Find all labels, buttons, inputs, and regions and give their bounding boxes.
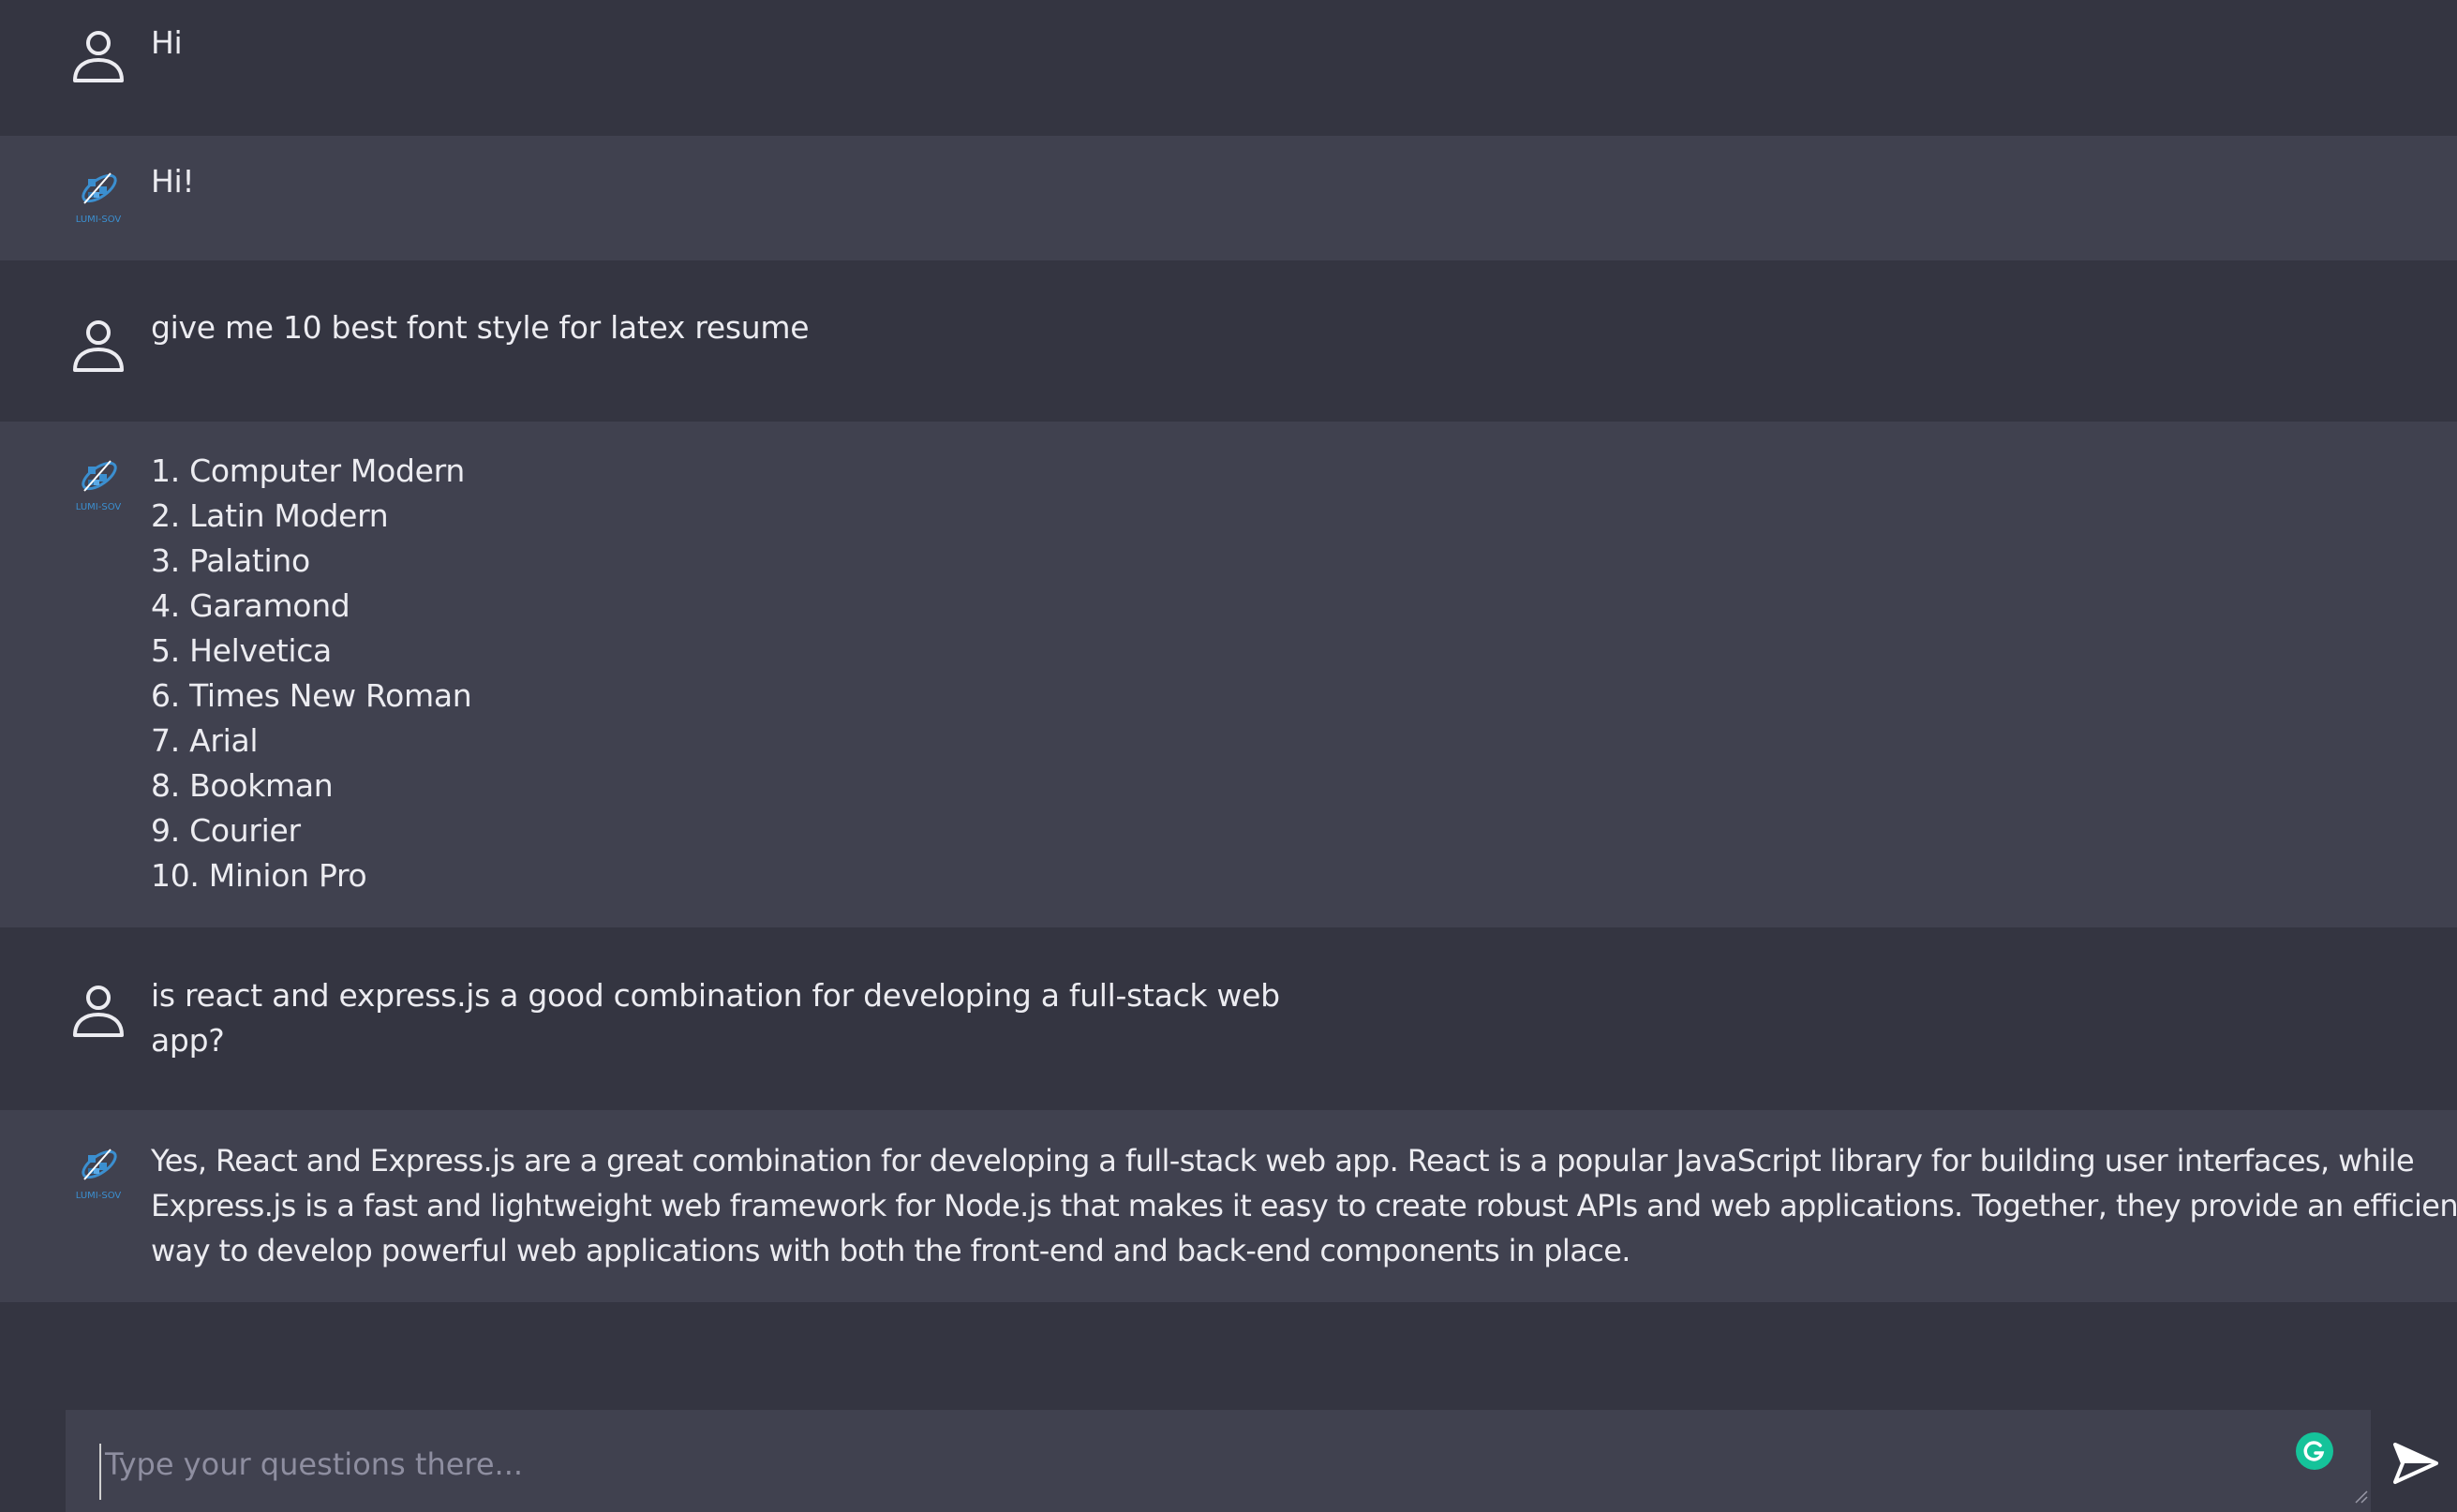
chat-message-user: is react and express.js a good combinati…: [0, 927, 2457, 1110]
list-item: 8. Bookman: [151, 767, 334, 804]
message-text: Hi!: [151, 163, 195, 200]
message-line: Express.js is a fast and lightweight web…: [151, 1188, 2457, 1223]
svg-text:LUMI-SOV: LUMI-SOV: [76, 502, 122, 512]
list-item: 2. Latin Modern: [151, 497, 389, 534]
chat-message-user: give me 10 best font style for latex res…: [0, 260, 2457, 422]
grammarly-icon[interactable]: [2296, 1432, 2333, 1470]
lumisov-logo-icon: LUMI-SOV: [76, 172, 122, 225]
message-text: is react and express.js a good combinati…: [151, 973, 1280, 1063]
message-line: way to develop powerful web applications…: [151, 1233, 1631, 1268]
message-line: app?: [151, 1022, 225, 1059]
list-item: 5. Helvetica: [151, 632, 332, 669]
list-item: 4. Garamond: [151, 587, 350, 624]
user-icon: [73, 320, 124, 372]
message-line: Yes, React and Express.js are a great co…: [151, 1143, 2415, 1178]
chat-message-bot: LUMI-SOV Yes, React and Express.js are a…: [0, 1110, 2457, 1302]
message-text: Yes, React and Express.js are a great co…: [151, 1138, 2457, 1273]
message-text: Hi: [151, 24, 183, 61]
list-item: 3. Palatino: [151, 542, 310, 579]
send-icon[interactable]: [2391, 1439, 2440, 1488]
message-text: give me 10 best font style for latex res…: [151, 309, 810, 346]
resize-handle-icon[interactable]: [2354, 1490, 2369, 1505]
question-input[interactable]: [99, 1444, 2260, 1500]
svg-text:LUMI-SOV: LUMI-SOV: [76, 215, 122, 225]
list-item: 7. Arial: [151, 722, 259, 759]
font-list: 1. Computer Modern 2. Latin Modern 3. Pa…: [151, 449, 472, 898]
list-item: 9. Courier: [151, 812, 301, 849]
svg-text:LUMI-SOV: LUMI-SOV: [76, 1191, 122, 1201]
chat-message-bot: LUMI-SOV 1. Computer Modern 2. Latin Mod…: [0, 422, 2457, 927]
message-line: is react and express.js a good combinati…: [151, 977, 1280, 1014]
list-item: 1. Computer Modern: [151, 452, 465, 489]
lumisov-logo-icon: LUMI-SOV: [76, 460, 122, 512]
chat-message-bot: LUMI-SOV Hi!: [0, 136, 2457, 260]
composer: [66, 1410, 2371, 1512]
list-item: 6. Times New Roman: [151, 677, 472, 714]
lumisov-logo-icon: LUMI-SOV: [76, 1149, 122, 1201]
chat-message-user: Hi: [0, 0, 2457, 136]
user-icon: [73, 986, 124, 1037]
user-icon: [73, 31, 124, 82]
list-item: 10. Minion Pro: [151, 857, 367, 894]
chat-app: Hi LUMI-SOV Hi! give me 10 best font sty…: [0, 0, 2457, 1512]
